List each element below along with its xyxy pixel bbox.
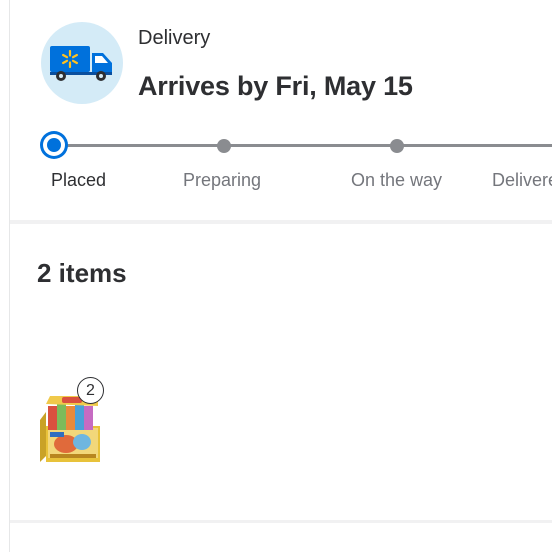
- delivery-truck-icon: [41, 22, 123, 104]
- step-dot-placed: [40, 131, 68, 159]
- progress-track-line: [56, 144, 552, 147]
- step-label-preparing: Preparing: [183, 170, 262, 190]
- step-label-placed: Placed: [51, 170, 107, 190]
- quantity-badge: 2: [77, 377, 104, 404]
- step-dot-preparing: [217, 139, 231, 153]
- step-label-on-the-way: On the way: [351, 170, 443, 190]
- section-divider: [10, 220, 552, 224]
- step-dot-on-the-way: [390, 139, 404, 153]
- arrival-date-heading: Arrives by Fri, May 15: [138, 71, 413, 101]
- section-divider-bottom: [10, 520, 552, 523]
- items-count-heading: 2 items: [37, 258, 127, 288]
- step-label-delivered: Delivered: [492, 170, 552, 190]
- fulfillment-type-label: Delivery: [138, 27, 211, 49]
